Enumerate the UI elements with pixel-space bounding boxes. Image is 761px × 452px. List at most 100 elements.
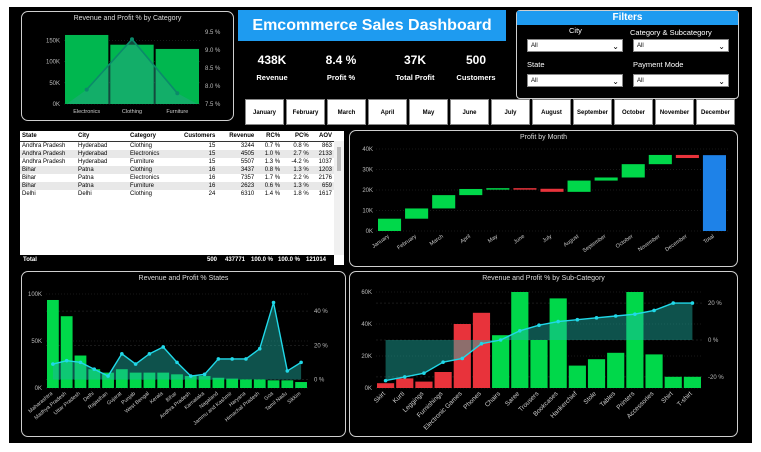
month-button-january[interactable]: January (245, 99, 284, 125)
x-tick-label: Chairs (484, 390, 503, 409)
table-row[interactable]: Andhra Pradesh Hyderabad Furniture 15 5507 1.… (20, 158, 334, 166)
month-button-march[interactable]: March (327, 99, 366, 125)
total-label: Total (23, 257, 37, 263)
table-cell: 0.8 % (293, 143, 309, 149)
column-header[interactable]: City (76, 131, 128, 142)
sales-table[interactable]: State City Category Customers Revenue RC… (20, 131, 344, 265)
table-row[interactable]: Bihar Patna Furniture 16 2623 0.6 % 1.3 % 659 (20, 182, 334, 190)
category-chart-panel[interactable]: Revenue and Profit % by Category 0K 50K 10… (21, 11, 234, 121)
table-cell: Andhra Pradesh (20, 150, 76, 158)
x-tick-label: Furniture (166, 109, 188, 115)
table-row[interactable]: Andhra Pradesh Hyderabad Clothing 15 3244 0.7… (20, 142, 334, 151)
revenue-bar (377, 383, 395, 388)
table-cell: Hyderabad (76, 150, 128, 158)
y-tick-label: 0K (366, 229, 373, 235)
month-button-june[interactable]: June (450, 99, 489, 125)
category-label: Category & Subcategory (630, 28, 712, 37)
month-button-february[interactable]: February (286, 99, 325, 125)
y2-tick-label: 20 % (708, 301, 722, 307)
table-cell: 16 (170, 182, 218, 190)
chevron-down-icon: ⌄ (612, 42, 619, 51)
table-cell: 16 (208, 175, 216, 181)
kpi-value: 8.4 % (325, 53, 357, 67)
waterfall-bar (540, 188, 564, 192)
waterfall-bar (486, 188, 510, 190)
kpi-value: 500 (465, 53, 487, 67)
table-cell: -4.2 % (291, 159, 309, 165)
state-dropdown[interactable]: All ⌄ (527, 74, 623, 87)
x-tick-label: September (582, 234, 608, 254)
table-cell: 6310 (240, 191, 255, 197)
table-cell: Patna (76, 166, 128, 174)
month-button-august[interactable]: August (532, 99, 571, 125)
x-tick-label: December (664, 234, 688, 254)
table-cell: 15 (208, 143, 216, 149)
waterfall-bar (594, 177, 618, 181)
table-cell: 7357 (240, 175, 255, 181)
month-button-july[interactable]: July (491, 99, 530, 125)
kpi-label: Total Profit (395, 73, 435, 82)
y-tick-label: 100K (46, 60, 60, 66)
profit-by-month-chart[interactable]: 0K 10K 20K 30K 40K January February March April M… (350, 131, 737, 266)
x-tick-label: October (615, 234, 635, 250)
subcategory-chart[interactable]: 0K20K40K60K-20 %0 %20 %Skirt KurtiLegging… (350, 272, 737, 436)
x-tick-label: Shirt (660, 390, 675, 405)
table-cell: Patna (76, 182, 128, 190)
table-header-row: State City Category Customers Revenue RC… (20, 131, 334, 142)
category-chart[interactable]: 0K 50K 100K 150K 7.5 % 8.0 % 8.5 % 9.0 % 9.5 % El… (22, 12, 233, 120)
y-tick-label: 30K (362, 168, 373, 174)
x-tick-label: Gujarat (106, 391, 124, 407)
month-button-april[interactable]: April (368, 99, 407, 125)
column-header[interactable]: PC% (282, 131, 311, 142)
states-chart[interactable]: 0K50K100K0 %20 %40 %MaharashtraMadhya Pr… (22, 272, 345, 436)
x-tick-label: March (429, 234, 445, 248)
revenue-bar (415, 381, 433, 388)
table-cell: 1.3 % (282, 166, 311, 174)
month-button-december[interactable]: December (696, 99, 735, 125)
column-header[interactable]: Revenue (217, 131, 257, 142)
column-header[interactable]: RC% (256, 131, 283, 142)
table-row[interactable]: Delhi Delhi Clothing 24 6310 1.4 % 1.8 % 1617 (20, 190, 334, 198)
month-button-september[interactable]: September (573, 99, 612, 125)
profit-point (518, 328, 522, 333)
states-chart-panel[interactable]: Revenue and Profit % States 0K 50K 100K 0 %… (21, 271, 346, 437)
subcategory-chart-panel[interactable]: Revenue and Profit % by Sub-Category 0K 2… (349, 271, 738, 437)
revenue-bar (607, 352, 625, 388)
table-cell: 1037 (318, 159, 332, 165)
revenue-bar (396, 378, 414, 388)
revenue-bar (226, 378, 239, 388)
table-cell: 1.3 % (282, 182, 311, 190)
category-dropdown[interactable]: All ⌄ (633, 39, 729, 52)
kpi-value: 37K (403, 53, 426, 67)
x-tick-label: Phones (462, 390, 483, 411)
profit-by-month-panel[interactable]: Profit by Month 0K 10K 20K 30K 40K January Feb… (349, 130, 738, 267)
x-tick-label: Sikkim (287, 391, 303, 406)
table-scrollbar[interactable] (334, 141, 344, 255)
payment-dropdown[interactable]: All ⌄ (633, 74, 729, 87)
column-header[interactable]: AOV (310, 131, 334, 142)
table-cell: 0.7 % (264, 143, 281, 149)
column-header[interactable]: Customers (170, 131, 218, 142)
payment-value: All (637, 78, 644, 84)
table-row[interactable]: Bihar Patna Clothing 16 3437 0.8 % 1.3 % 1203 (20, 166, 334, 174)
table-cell: 1.0 % (256, 150, 283, 158)
table-cell: 1.4 % (264, 191, 281, 197)
y2-tick-label: 8.5 % (205, 66, 221, 72)
table-row[interactable]: Bihar Patna Electronics 16 7357 1.7 % 2.2 % 217… (20, 174, 334, 182)
table-row[interactable]: Andhra Pradesh Hyderabad Electronics 15 4505… (20, 150, 334, 158)
x-tick-label: November (637, 234, 661, 254)
state-value: All (531, 78, 538, 84)
column-header[interactable]: Category (128, 131, 170, 142)
month-button-november[interactable]: November (655, 99, 694, 125)
table-cell: Bihar (20, 182, 76, 190)
scrollbar-thumb[interactable] (337, 147, 341, 171)
table-cell: Bihar (20, 166, 76, 174)
column-header[interactable]: State (20, 131, 76, 142)
profit-point (575, 317, 580, 322)
month-button-may[interactable]: May (409, 99, 448, 125)
city-dropdown[interactable]: All ⌄ (527, 39, 623, 52)
table-cell: Clothing (128, 166, 170, 174)
revenue-bar (281, 380, 294, 388)
month-button-october[interactable]: October (614, 99, 653, 125)
table-cell: Bihar (22, 175, 37, 181)
